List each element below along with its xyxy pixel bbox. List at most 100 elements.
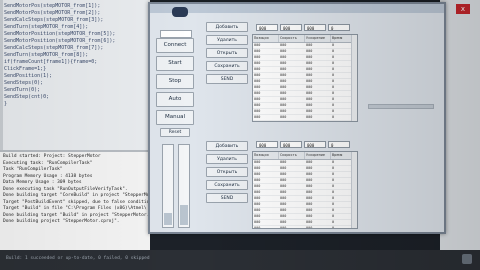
table-cell[interactable]: 000 bbox=[305, 202, 331, 207]
table-cell[interactable]: 000 bbox=[279, 226, 305, 228]
table-cell[interactable]: 000 bbox=[279, 184, 305, 189]
upper-save-button[interactable]: Сохранить bbox=[206, 61, 248, 71]
table-cell[interactable]: 000 bbox=[305, 196, 331, 201]
table-cell[interactable]: 000 bbox=[305, 103, 331, 108]
upper-table-scrollbar[interactable] bbox=[351, 35, 357, 121]
upper-send-button[interactable]: SEND bbox=[206, 74, 248, 84]
table-cell[interactable]: 000 bbox=[253, 202, 279, 207]
port-field[interactable] bbox=[160, 30, 192, 38]
table-cell[interactable]: 000 bbox=[305, 73, 331, 78]
table-cell[interactable]: 000 bbox=[279, 220, 305, 225]
table-cell[interactable]: 000 bbox=[305, 115, 331, 120]
table-cell[interactable]: 000 bbox=[305, 160, 331, 165]
table-cell[interactable]: 000 bbox=[305, 91, 331, 96]
table-cell[interactable]: 000 bbox=[279, 79, 305, 84]
upper-accel-input[interactable]: 000 bbox=[304, 24, 326, 31]
table-cell[interactable]: 000 bbox=[305, 61, 331, 66]
table-cell[interactable]: 000 bbox=[253, 160, 279, 165]
table-cell[interactable]: 000 bbox=[253, 226, 279, 228]
table-cell[interactable]: 000 bbox=[253, 67, 279, 72]
table-cell[interactable]: 000 bbox=[279, 172, 305, 177]
table-cell[interactable]: 000 bbox=[279, 166, 305, 171]
table-cell[interactable]: 000 bbox=[253, 61, 279, 66]
lower-accel-input[interactable]: 000 bbox=[304, 141, 326, 148]
table-cell[interactable]: 000 bbox=[253, 190, 279, 195]
table-cell[interactable]: 000 bbox=[279, 49, 305, 54]
speed-slider-1[interactable] bbox=[162, 144, 174, 228]
table-cell[interactable]: 000 bbox=[305, 109, 331, 114]
notification-icon[interactable] bbox=[462, 254, 472, 264]
table-cell[interactable]: 000 bbox=[305, 214, 331, 219]
table-cell[interactable]: 000 bbox=[253, 79, 279, 84]
upper-time-input[interactable]: 0 bbox=[328, 24, 350, 31]
table-cell[interactable]: 000 bbox=[305, 220, 331, 225]
table-cell[interactable]: 000 bbox=[253, 214, 279, 219]
table-cell[interactable]: 000 bbox=[279, 208, 305, 213]
table-cell[interactable]: 000 bbox=[253, 115, 279, 120]
lower-send-button[interactable]: SEND bbox=[206, 193, 248, 203]
auto-button[interactable]: Auto bbox=[156, 92, 194, 107]
table-cell[interactable]: 000 bbox=[253, 208, 279, 213]
speed-slider-2[interactable] bbox=[178, 144, 190, 228]
table-cell[interactable]: 000 bbox=[253, 97, 279, 102]
position-slider[interactable] bbox=[368, 104, 434, 109]
output-panel[interactable]: Build started: Project: StepperMotor Exe… bbox=[0, 150, 150, 252]
table-cell[interactable]: 000 bbox=[253, 73, 279, 78]
lower-add-button[interactable]: Добавить bbox=[206, 141, 248, 151]
start-button[interactable]: Start bbox=[156, 56, 194, 71]
table-cell[interactable]: 000 bbox=[253, 166, 279, 171]
table-cell[interactable]: 000 bbox=[305, 49, 331, 54]
column-header[interactable]: Ускорение bbox=[305, 152, 331, 159]
table-cell[interactable]: 000 bbox=[305, 208, 331, 213]
table-cell[interactable]: 000 bbox=[253, 196, 279, 201]
table-cell[interactable]: 000 bbox=[305, 55, 331, 60]
table-cell[interactable]: 000 bbox=[305, 172, 331, 177]
table-cell[interactable]: 000 bbox=[279, 67, 305, 72]
upper-delete-button[interactable]: Удалить bbox=[206, 35, 248, 45]
upper-position-input[interactable]: 000 bbox=[256, 24, 278, 31]
table-cell[interactable]: 000 bbox=[253, 85, 279, 90]
table-cell[interactable]: 000 bbox=[305, 97, 331, 102]
table-cell[interactable]: 000 bbox=[305, 166, 331, 171]
column-header[interactable]: Скорость bbox=[279, 35, 305, 42]
stop-button[interactable]: Stop bbox=[156, 74, 194, 89]
table-cell[interactable]: 000 bbox=[279, 190, 305, 195]
column-header[interactable]: Позиция bbox=[253, 35, 279, 42]
table-cell[interactable]: 000 bbox=[279, 43, 305, 48]
connect-button[interactable]: Connect bbox=[156, 38, 194, 53]
table-cell[interactable]: 000 bbox=[305, 79, 331, 84]
column-header[interactable]: Скорость bbox=[279, 152, 305, 159]
table-cell[interactable]: 000 bbox=[253, 91, 279, 96]
table-cell[interactable]: 000 bbox=[305, 85, 331, 90]
upper-program-table[interactable]: Позиция Скорость Ускорение Время 000 000 0… bbox=[252, 34, 358, 122]
column-header[interactable]: Позиция bbox=[253, 152, 279, 159]
table-cell[interactable]: 000 bbox=[279, 214, 305, 219]
table-cell[interactable]: 000 bbox=[279, 91, 305, 96]
lower-position-input[interactable]: 000 bbox=[256, 141, 278, 148]
table-row[interactable]: 000 000 000 0 bbox=[253, 226, 357, 228]
table-cell[interactable]: 000 bbox=[279, 160, 305, 165]
table-cell[interactable]: 000 bbox=[253, 220, 279, 225]
table-cell[interactable]: 000 bbox=[253, 109, 279, 114]
table-row[interactable]: 000 000 000 0 bbox=[253, 115, 357, 121]
table-cell[interactable]: 000 bbox=[253, 55, 279, 60]
code-editor[interactable]: SendMotorPos(stepMOTOR_from[1]); SendMot… bbox=[0, 0, 150, 150]
table-cell[interactable]: 000 bbox=[305, 178, 331, 183]
table-cell[interactable]: 000 bbox=[279, 73, 305, 78]
table-cell[interactable]: 000 bbox=[279, 109, 305, 114]
upper-add-button[interactable]: Добавить bbox=[206, 22, 248, 32]
window-titlebar[interactable] bbox=[150, 4, 444, 13]
table-cell[interactable]: 000 bbox=[305, 190, 331, 195]
table-cell[interactable]: 000 bbox=[279, 202, 305, 207]
table-cell[interactable]: 000 bbox=[279, 103, 305, 108]
table-cell[interactable]: 000 bbox=[279, 97, 305, 102]
table-cell[interactable]: 000 bbox=[305, 43, 331, 48]
lower-save-button[interactable]: Сохранить bbox=[206, 180, 248, 190]
table-cell[interactable]: 000 bbox=[305, 226, 331, 228]
upper-speed-input[interactable]: 000 bbox=[280, 24, 302, 31]
table-cell[interactable]: 000 bbox=[279, 115, 305, 120]
lower-time-input[interactable]: 0 bbox=[328, 141, 350, 148]
column-header[interactable]: Ускорение bbox=[305, 35, 331, 42]
close-button[interactable]: x bbox=[456, 4, 470, 14]
table-cell[interactable]: 000 bbox=[279, 55, 305, 60]
